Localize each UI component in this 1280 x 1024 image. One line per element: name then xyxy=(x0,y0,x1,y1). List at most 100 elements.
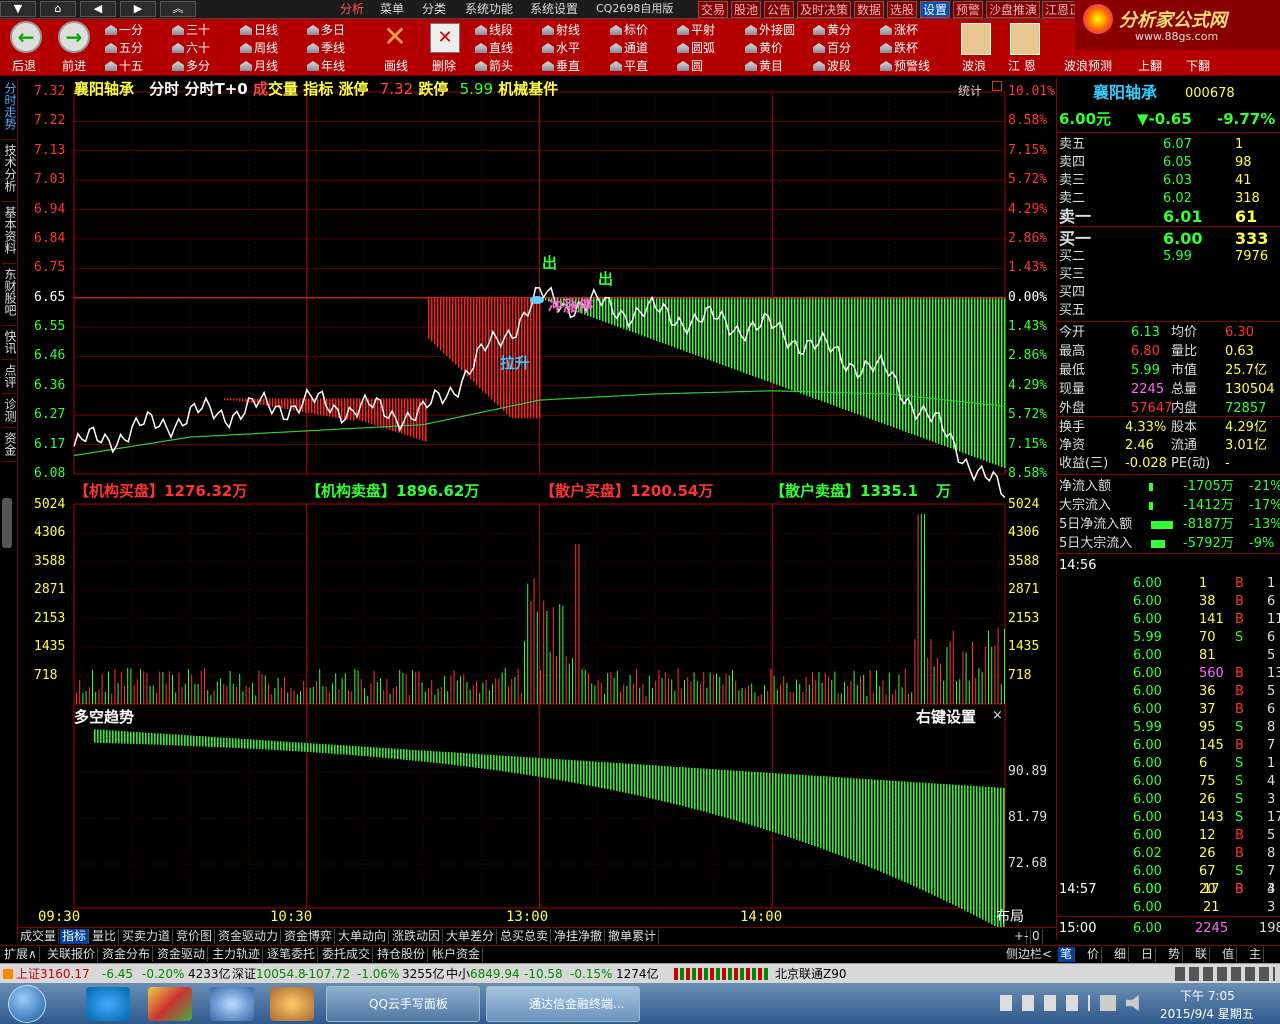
indicator-close-icon[interactable]: × xyxy=(992,708,1003,723)
tab-fundamentals[interactable]: 基本资料 xyxy=(2,206,17,264)
tab-news[interactable]: 快讯 xyxy=(2,330,17,360)
period-quarter[interactable]: 季线 xyxy=(307,39,345,57)
sector-label[interactable]: 机械基件 xyxy=(498,80,558,98)
menu-menu[interactable]: 菜单 xyxy=(380,2,404,16)
indicator-tab[interactable]: 资金驱动力 xyxy=(216,929,282,944)
nav-icon[interactable]: ▼ xyxy=(0,1,36,17)
indicator-tab[interactable]: 资金博弈 xyxy=(282,929,336,944)
page-down-button[interactable]: 下翻 xyxy=(1186,57,1210,75)
forward-button[interactable]: 前进 xyxy=(62,57,86,75)
zx-index[interactable]: 中小6849.94 xyxy=(446,964,520,984)
quote-tab[interactable]: 主 xyxy=(1247,947,1265,962)
menu-trade[interactable]: 交易 xyxy=(698,1,729,18)
taskbar-date[interactable]: 2015/9/4 星期五 xyxy=(1160,1005,1254,1022)
quote-tab[interactable]: 势 xyxy=(1166,947,1184,962)
indicator-tab[interactable]: 总买总卖 xyxy=(498,929,552,944)
menu-announcement[interactable]: 公告 xyxy=(764,1,795,18)
back-button[interactable]: 后退 xyxy=(12,57,36,75)
period-year[interactable]: 年线 xyxy=(307,57,345,75)
home-icon[interactable]: ⌂ xyxy=(40,1,76,17)
indicator-tab[interactable]: 成交量 xyxy=(18,929,60,944)
start-button-icon[interactable] xyxy=(8,985,46,1023)
menu-system-functions[interactable]: 系统功能 xyxy=(465,2,513,16)
draw-line-icon[interactable]: ✕ xyxy=(380,23,410,53)
forward-arrow-icon[interactable]: → xyxy=(58,21,90,53)
tool-golden-price[interactable]: 黄价 xyxy=(745,39,783,57)
menu-sandbox[interactable]: 沙盘推演 xyxy=(986,1,1041,18)
quote-tab[interactable]: 值 xyxy=(1220,947,1238,962)
period-multimin[interactable]: 多分 xyxy=(172,57,210,75)
back-arrow-icon[interactable]: ← xyxy=(10,21,42,53)
tool-line[interactable]: 直线 xyxy=(475,39,513,57)
mode-intraday[interactable]: 分时 xyxy=(149,80,179,98)
quote-tab[interactable]: 笔 xyxy=(1058,947,1076,962)
draw-button[interactable]: 画线 xyxy=(384,57,408,75)
tab-funds[interactable]: 资金 xyxy=(2,432,17,462)
tool-up-cup[interactable]: 涨杯 xyxy=(880,21,918,39)
network-icon[interactable] xyxy=(1100,995,1116,1011)
layout-button[interactable]: 布局 xyxy=(994,910,1026,925)
tool-flat-ray[interactable]: 平射 xyxy=(677,21,715,39)
mode-t0[interactable]: 分时T+0 xyxy=(185,80,248,98)
tool-down-cup[interactable]: 跌杯 xyxy=(880,39,918,57)
taskbar-time[interactable]: 下午 7:05 xyxy=(1180,987,1235,1004)
tool-vertical[interactable]: 垂直 xyxy=(542,57,580,75)
period-multiday[interactable]: 多日 xyxy=(307,21,345,39)
indicator-tab[interactable]: 涨跌动因 xyxy=(390,929,444,944)
photo-app-icon[interactable] xyxy=(148,987,192,1021)
indicator-tab[interactable]: 撤单累计 xyxy=(606,929,660,944)
menu-system-settings[interactable]: 系统设置 xyxy=(530,2,578,16)
prev-icon[interactable]: ◀ xyxy=(80,1,116,17)
extension-tab[interactable]: 逐笔委托 xyxy=(265,947,319,962)
tool-band[interactable]: 波段 xyxy=(813,57,851,75)
side-panel-toggle[interactable]: 侧边栏< xyxy=(1004,947,1054,962)
indicator-tab[interactable]: 买卖力道 xyxy=(120,929,174,944)
ie-icon[interactable] xyxy=(86,987,130,1021)
tool-circumcircle[interactable]: 外接圆 xyxy=(745,21,795,39)
indicator-tab[interactable]: 指标 xyxy=(60,929,90,944)
tool-arrow[interactable]: 箭头 xyxy=(475,57,513,75)
indicator-tab[interactable]: 竞价图 xyxy=(174,929,216,944)
indicator-settings[interactable]: 右键设置 xyxy=(916,706,976,727)
tool-channel[interactable]: 通道 xyxy=(610,39,648,57)
paint-icon[interactable] xyxy=(270,987,314,1021)
status-tool-icons[interactable] xyxy=(1175,967,1275,981)
zoom-button[interactable]: 0 xyxy=(1030,929,1043,944)
tray-icons[interactable] xyxy=(1000,995,1090,1011)
indicator-tab[interactable]: 大单动向 xyxy=(336,929,390,944)
extension-tab[interactable]: 扩展∧ xyxy=(2,947,40,962)
left-scroll-handle[interactable] xyxy=(2,498,12,548)
qq-bird-icon[interactable] xyxy=(210,987,254,1021)
indicator-tab[interactable]: 净挂净撤 xyxy=(552,929,606,944)
tab-comment[interactable]: 点评 xyxy=(2,364,17,394)
menu-settings[interactable]: 设置 xyxy=(920,1,951,18)
connection-status[interactable]: 北京联通Z90 xyxy=(775,964,847,984)
sz-index[interactable]: 深证10054.8 xyxy=(232,964,306,984)
quote-tab[interactable]: 价 xyxy=(1085,947,1103,962)
gann-button[interactable]: 江 恩 xyxy=(1008,57,1036,75)
page-up-button[interactable]: 上翻 xyxy=(1138,57,1162,75)
period-month[interactable]: 月线 xyxy=(240,57,278,75)
extension-tab[interactable]: 帐户资金 xyxy=(430,947,484,962)
tool-ray[interactable]: 射线 xyxy=(542,21,580,39)
volume-icon[interactable] xyxy=(1126,995,1139,1011)
tool-horizontal[interactable]: 水平 xyxy=(542,39,580,57)
extension-tab[interactable]: 关联报价 xyxy=(45,947,99,962)
wave-face-icon[interactable] xyxy=(961,23,991,55)
menu-version[interactable]: CQ2698自用版 xyxy=(596,2,673,16)
period-15min[interactable]: 十五 xyxy=(105,57,143,75)
tool-segment[interactable]: 线段 xyxy=(475,21,513,39)
indicator-tab[interactable]: 量比 xyxy=(90,929,120,944)
tool-arc[interactable]: 圆弧 xyxy=(677,39,715,57)
period-60min[interactable]: 六十 xyxy=(172,39,210,57)
tool-circle[interactable]: 圆 xyxy=(677,57,703,75)
quote-tab[interactable]: 日 xyxy=(1139,947,1157,962)
next-icon[interactable]: ▶ xyxy=(120,1,156,17)
chart-area[interactable]: 襄阳轴承 分时 分时T+0 成交量 指标 涨停 7.32 跌停 5.99 机械基… xyxy=(18,78,1056,928)
maximize-icon[interactable] xyxy=(992,81,1002,91)
tool-flat[interactable]: 平直 xyxy=(610,57,648,75)
period-30min[interactable]: 三十 xyxy=(172,21,210,39)
tool-alert-line[interactable]: 预警线 xyxy=(880,57,930,75)
menu-stock-select[interactable]: 选股 xyxy=(887,1,918,18)
period-week[interactable]: 周线 xyxy=(240,39,278,57)
